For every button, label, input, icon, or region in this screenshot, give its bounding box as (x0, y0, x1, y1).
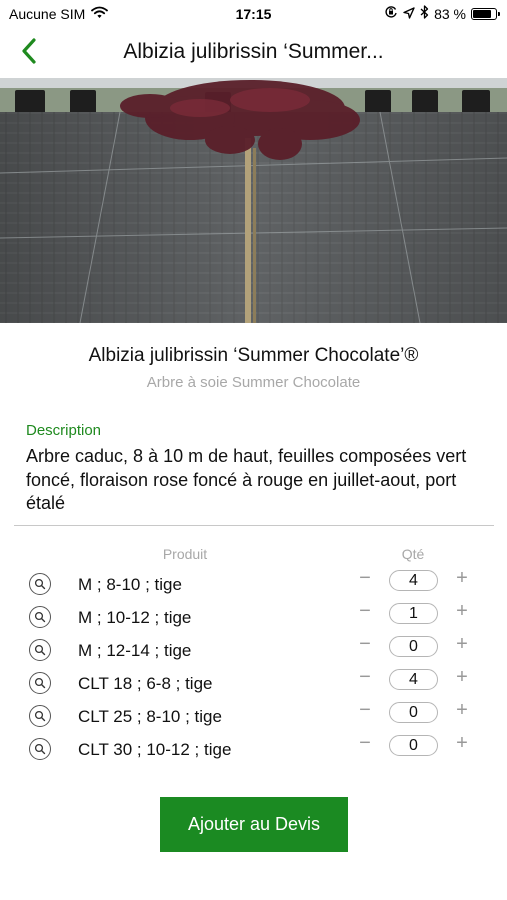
battery-fill (473, 9, 492, 18)
product-label: M ; 8-10 ; tige (78, 575, 182, 594)
product-list: M ; 8-10 ; tige −4 + M ; 10-12 ; tige −1 + M ;… (0, 567, 507, 765)
description-label: Description (26, 422, 102, 439)
quantity-field[interactable]: 4 (389, 669, 438, 690)
zoom-icon[interactable] (29, 573, 51, 595)
product-label: CLT 25 ; 8-10 ; tige (78, 707, 222, 726)
product-column-header: Produit (162, 546, 208, 562)
product-label: M ; 12-14 ; tige (78, 641, 192, 660)
increment-button[interactable]: + (451, 600, 473, 622)
quantity-field[interactable]: 0 (389, 735, 438, 756)
page-title: Albizia julibrissin ‘Summer... (123, 40, 384, 63)
zoom-icon[interactable] (29, 606, 51, 628)
battery-percent: 83 % (434, 5, 466, 22)
zoom-icon[interactable] (29, 639, 51, 661)
zoom-icon[interactable] (29, 705, 51, 727)
status-bar: Aucune SIM 17:15 83 % (0, 0, 507, 28)
increment-button[interactable]: + (451, 699, 473, 721)
quantity-field[interactable]: 0 (389, 636, 438, 657)
quantity-field[interactable]: 4 (389, 570, 438, 591)
description-text: Arbre caduc, 8 à 10 m de haut, feuilles … (26, 446, 467, 513)
increment-button[interactable]: + (451, 633, 473, 655)
plant-photo (0, 78, 507, 323)
battery-icon (471, 7, 500, 20)
decrement-button[interactable]: − (354, 732, 376, 754)
quantity-column-header: Qté (401, 546, 425, 562)
status-right: 83 % (384, 5, 500, 22)
product-row: M ; 8-10 ; tige −4 + (0, 567, 507, 600)
chevron-left-icon (21, 37, 37, 69)
orientation-lock-icon (384, 5, 398, 22)
product-row: CLT 25 ; 8-10 ; tige −0 + (0, 699, 507, 732)
quantity-field[interactable]: 1 (389, 603, 438, 624)
product-label: CLT 30 ; 10-12 ; tige (78, 740, 232, 759)
decrement-button[interactable]: − (354, 633, 376, 655)
zoom-icon[interactable] (29, 738, 51, 760)
plant-common-name: Arbre à soie Summer Chocolate (146, 374, 361, 391)
quantity-field[interactable]: 0 (389, 702, 438, 723)
product-label: CLT 18 ; 6-8 ; tige (78, 674, 213, 693)
back-button[interactable] (12, 36, 46, 70)
status-left: Aucune SIM (9, 6, 109, 22)
carrier-label: Aucune SIM (9, 6, 86, 22)
location-arrow-icon (403, 6, 415, 22)
product-row: M ; 10-12 ; tige −1 + (0, 600, 507, 633)
product-row: CLT 18 ; 6-8 ; tige −4 + (0, 666, 507, 699)
decrement-button[interactable]: − (354, 600, 376, 622)
bluetooth-icon (420, 5, 429, 22)
wifi-icon (91, 6, 109, 22)
decrement-button[interactable]: − (354, 666, 376, 688)
divider (14, 525, 494, 526)
zoom-icon[interactable] (29, 672, 51, 694)
nav-bar: Albizia julibrissin ‘Summer... (0, 28, 507, 78)
plant-name: Albizia julibrissin ‘Summer Chocolate’® (88, 345, 419, 366)
product-row: M ; 12-14 ; tige −0 + (0, 633, 507, 666)
decrement-button[interactable]: − (354, 567, 376, 589)
add-to-quote-button[interactable]: Ajouter au Devis (160, 797, 348, 852)
decrement-button[interactable]: − (354, 699, 376, 721)
increment-button[interactable]: + (451, 666, 473, 688)
product-row: CLT 30 ; 10-12 ; tige −0 + (0, 732, 507, 765)
increment-button[interactable]: + (451, 567, 473, 589)
increment-button[interactable]: + (451, 732, 473, 754)
product-label: M ; 10-12 ; tige (78, 608, 192, 627)
